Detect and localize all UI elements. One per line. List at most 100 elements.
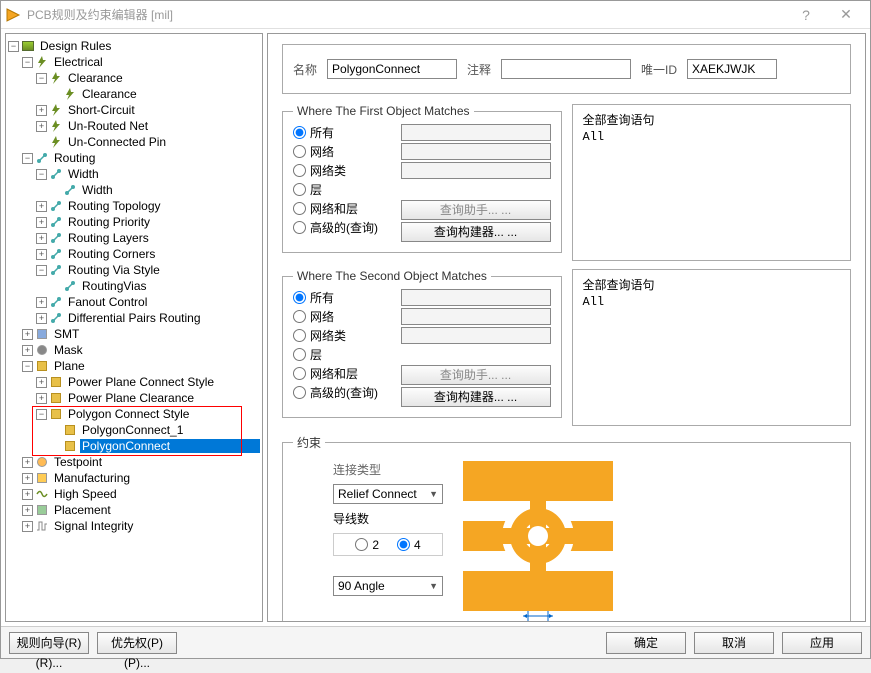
collapse-icon[interactable]: − — [22, 153, 33, 164]
radio-layer[interactable]: 层 — [293, 181, 378, 198]
radio2-all[interactable]: 所有 — [293, 289, 378, 306]
tree-signal-integrity[interactable]: Signal Integrity — [52, 519, 135, 533]
tree-routing-via-style[interactable]: Routing Via Style — [66, 263, 162, 277]
collapse-icon[interactable]: − — [36, 409, 47, 420]
radio2-net[interactable]: 网络 — [293, 308, 378, 325]
tree-routing-layers[interactable]: Routing Layers — [66, 231, 151, 245]
expand-icon[interactable]: + — [22, 473, 33, 484]
tree-routing-topology[interactable]: Routing Topology — [66, 199, 163, 213]
radio-net-class[interactable]: 网络类 — [293, 162, 378, 179]
id-input[interactable] — [687, 59, 777, 79]
match2-combo2[interactable] — [401, 308, 551, 325]
radio2-net-and-layer[interactable]: 网络和层 — [293, 365, 378, 382]
match1-combo3[interactable] — [401, 162, 551, 179]
radio-net-and-layer[interactable]: 网络和层 — [293, 200, 378, 217]
dialog-footer: 规则向导(R) (R)... 优先权(P) (P)... 确定 取消 应用 — [1, 626, 870, 658]
name-input[interactable] — [327, 59, 457, 79]
collapse-icon[interactable]: − — [22, 361, 33, 372]
tree-diff-pairs[interactable]: Differential Pairs Routing — [66, 311, 203, 325]
query-builder-button[interactable]: 查询构建器... ... — [401, 222, 551, 242]
short-icon — [49, 103, 63, 117]
routing-icon — [49, 215, 63, 229]
collapse-icon[interactable]: − — [36, 73, 47, 84]
tree-root[interactable]: Design Rules — [38, 39, 113, 53]
radio-net[interactable]: 网络 — [293, 143, 378, 160]
angle-select[interactable]: 90 Angle▼ — [333, 576, 443, 596]
help-button[interactable]: ? — [786, 1, 826, 29]
rule-wizard-button[interactable]: 规则向导(R) (R)... — [9, 632, 89, 654]
expand-icon[interactable]: + — [36, 217, 47, 228]
match2-combo3[interactable] — [401, 327, 551, 344]
tree-testpoint[interactable]: Testpoint — [52, 455, 104, 469]
expand-icon[interactable]: + — [22, 329, 33, 340]
collapse-icon[interactable]: − — [36, 169, 47, 180]
tree-polygon-connect-1[interactable]: PolygonConnect_1 — [80, 423, 185, 437]
radio2-layer[interactable]: 层 — [293, 346, 378, 363]
expand-icon[interactable]: + — [22, 521, 33, 532]
query-builder-button-2[interactable]: 查询构建器... ... — [401, 387, 551, 407]
tree-high-speed[interactable]: High Speed — [52, 487, 119, 501]
connect-type-select[interactable]: Relief Connect▼ — [333, 484, 443, 504]
expand-icon[interactable]: + — [36, 313, 47, 324]
match1-combo2[interactable] — [401, 143, 551, 160]
tree-polygon-connect[interactable]: PolygonConnect — [80, 439, 260, 453]
apply-button[interactable]: 应用 — [782, 632, 862, 654]
expand-icon[interactable]: + — [36, 377, 47, 388]
tree-plane[interactable]: Plane — [52, 359, 87, 373]
match2-combo1[interactable] — [401, 289, 551, 306]
tree-routing-corners[interactable]: Routing Corners — [66, 247, 157, 261]
tree-power-plane-clearance[interactable]: Power Plane Clearance — [66, 391, 196, 405]
expand-icon[interactable]: + — [36, 201, 47, 212]
width-icon — [49, 167, 63, 181]
tree-unrouted-net[interactable]: Un-Routed Net — [66, 119, 150, 133]
tree-routing-vias[interactable]: RoutingVias — [80, 279, 149, 293]
collapse-icon[interactable]: − — [36, 265, 47, 276]
expand-icon[interactable]: + — [22, 345, 33, 356]
rule-editor: 名称 注释 唯一ID Where The First Object Matche… — [267, 33, 866, 622]
expand-icon[interactable]: + — [36, 105, 47, 116]
expand-icon[interactable]: + — [36, 393, 47, 404]
expand-icon[interactable]: + — [36, 233, 47, 244]
radio2-net-class[interactable]: 网络类 — [293, 327, 378, 344]
tree-placement[interactable]: Placement — [52, 503, 113, 517]
cancel-button[interactable]: 取消 — [694, 632, 774, 654]
comment-input[interactable] — [501, 59, 631, 79]
radio2-advanced[interactable]: 高级的(查询) — [293, 384, 378, 401]
expand-icon[interactable]: + — [22, 457, 33, 468]
conductors-4[interactable]: 4 — [397, 536, 421, 553]
priority-button[interactable]: 优先权(P) (P)... — [97, 632, 177, 654]
tree-electrical[interactable]: Electrical — [52, 55, 105, 69]
tree-routing-priority[interactable]: Routing Priority — [66, 215, 152, 229]
tree-short-circuit[interactable]: Short-Circuit — [66, 103, 137, 117]
query-helper-button[interactable]: 查询助手... ... — [401, 200, 551, 220]
radio-advanced[interactable]: 高级的(查询) — [293, 219, 378, 236]
tree-unconnected-pin[interactable]: Un-Connected Pin — [66, 135, 168, 149]
match1-combo1[interactable] — [401, 124, 551, 141]
tree-width-rule[interactable]: Width — [80, 183, 115, 197]
tree-fanout-control[interactable]: Fanout Control — [66, 295, 149, 309]
close-button[interactable]: ✕ — [826, 1, 866, 29]
query-helper-button-2[interactable]: 查询助手... ... — [401, 365, 551, 385]
tree-smt[interactable]: SMT — [52, 327, 81, 341]
expand-icon[interactable]: + — [36, 249, 47, 260]
tree-mask[interactable]: Mask — [52, 343, 85, 357]
ok-button[interactable]: 确定 — [606, 632, 686, 654]
tree-routing[interactable]: Routing — [52, 151, 97, 165]
collapse-icon[interactable]: − — [22, 57, 33, 68]
tree-clearance-rule[interactable]: Clearance — [80, 87, 139, 101]
second-match-group: Where The Second Object Matches 所有 网络 网络… — [282, 269, 562, 418]
name-label: 名称 — [293, 61, 317, 78]
tree-width[interactable]: Width — [66, 167, 101, 181]
expand-icon[interactable]: + — [36, 297, 47, 308]
tree-manufacturing[interactable]: Manufacturing — [52, 471, 132, 485]
tree-power-plane-connect[interactable]: Power Plane Connect Style — [66, 375, 216, 389]
expand-icon[interactable]: + — [22, 489, 33, 500]
radio-all[interactable]: 所有 — [293, 124, 378, 141]
conductors-2[interactable]: 2 — [355, 536, 379, 553]
expand-icon[interactable]: + — [22, 505, 33, 516]
expand-icon[interactable]: + — [36, 121, 47, 132]
tree-polygon-connect-style[interactable]: Polygon Connect Style — [66, 407, 191, 421]
rule-tree[interactable]: −Design Rules −Electrical −Clearance Cle… — [5, 33, 263, 622]
collapse-icon[interactable]: − — [8, 41, 19, 52]
tree-clearance[interactable]: Clearance — [66, 71, 125, 85]
